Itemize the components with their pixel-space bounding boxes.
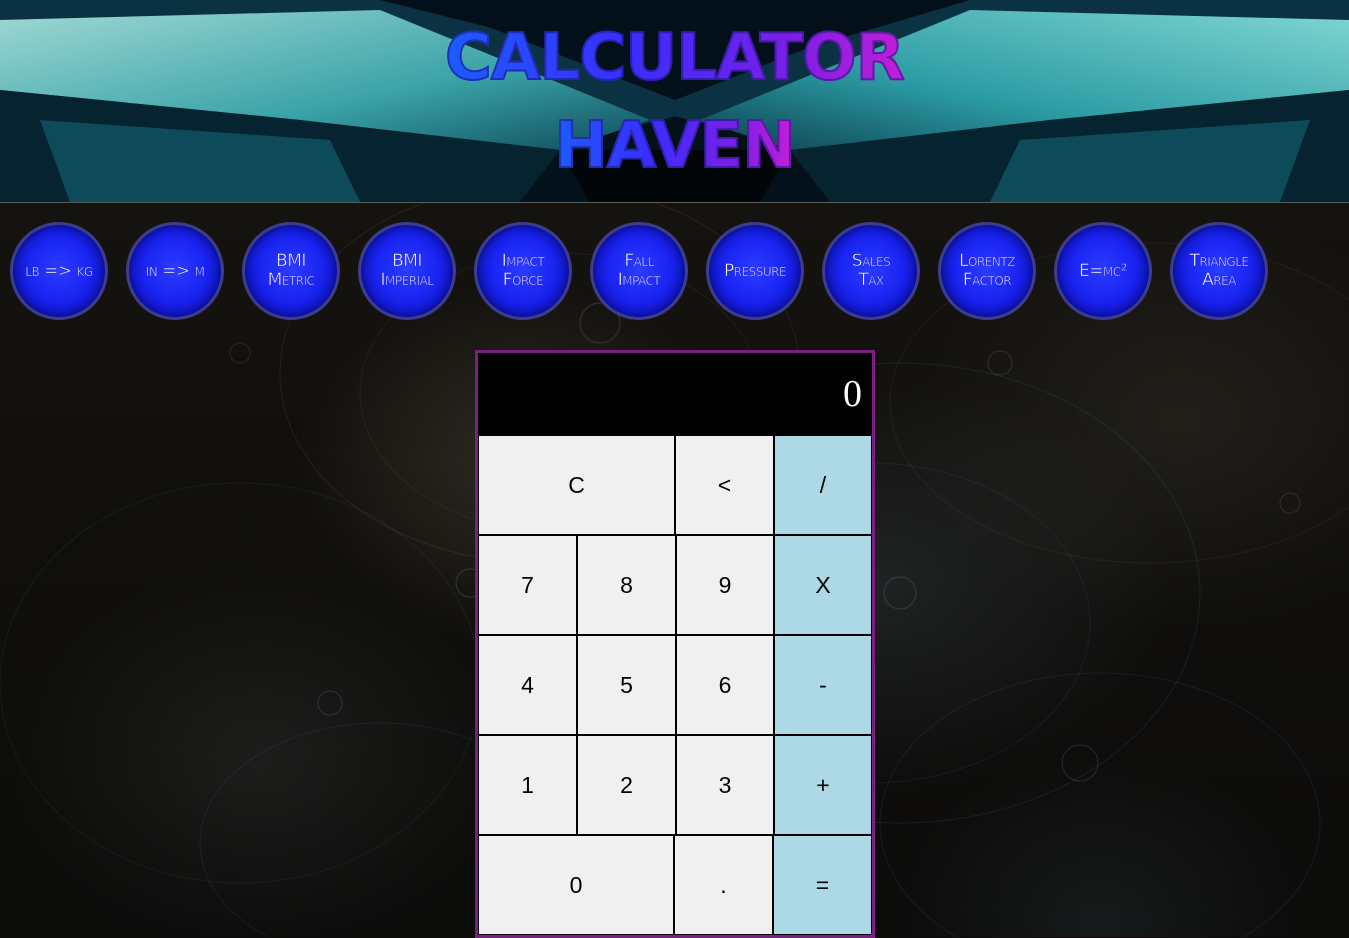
backspace-button[interactable]: < (675, 435, 774, 535)
nav-label: BMI Metric (267, 251, 315, 290)
digit-7-button[interactable]: 7 (478, 535, 577, 635)
calculator-nav: lb => kg in => m BMI Metric BMI Imperial… (10, 222, 1290, 320)
digit-8-button[interactable]: 8 (577, 535, 676, 635)
plus-button[interactable]: + (774, 735, 872, 835)
nav-label: Impact Force (501, 251, 545, 290)
nav-emc2[interactable]: E=mc² (1054, 222, 1152, 320)
nav-label: Triangle Area (1189, 251, 1249, 290)
title-line-2: Haven (553, 102, 797, 190)
digit-9-button[interactable]: 9 (676, 535, 774, 635)
divide-button[interactable]: / (774, 435, 872, 535)
digit-1-button[interactable]: 1 (478, 735, 577, 835)
nav-in-m[interactable]: in => m (126, 222, 224, 320)
nav-triangle-area[interactable]: Triangle Area (1170, 222, 1268, 320)
decimal-button[interactable]: . (674, 835, 773, 935)
nav-lorentz-factor[interactable]: Lorentz Factor (938, 222, 1036, 320)
calculator: 0 C < / 7 8 9 X 4 5 6 - 1 2 3 + 0 . = (475, 350, 875, 938)
page-title: Calculator Haven (0, 14, 1349, 190)
nav-label: Pressure (723, 260, 787, 281)
header-divider (0, 202, 1349, 203)
clear-button[interactable]: C (478, 435, 675, 535)
nav-bmi-metric[interactable]: BMI Metric (242, 222, 340, 320)
digit-5-button[interactable]: 5 (577, 635, 676, 735)
digit-3-button[interactable]: 3 (676, 735, 774, 835)
digit-0-button[interactable]: 0 (478, 835, 674, 935)
nav-lb-kg[interactable]: lb => kg (10, 222, 108, 320)
minus-button[interactable]: - (774, 635, 872, 735)
nav-fall-impact[interactable]: Fall Impact (590, 222, 688, 320)
calculator-display: 0 (478, 353, 872, 435)
multiply-button[interactable]: X (774, 535, 872, 635)
nav-label: Lorentz Factor (959, 251, 1016, 290)
nav-label: lb => kg (25, 260, 93, 281)
nav-impact-force[interactable]: Impact Force (474, 222, 572, 320)
nav-label: BMI Imperial (380, 251, 434, 290)
digit-4-button[interactable]: 4 (478, 635, 577, 735)
nav-label: in => m (145, 260, 205, 281)
header-banner: Calculator Haven (0, 0, 1349, 202)
nav-bmi-imperial[interactable]: BMI Imperial (358, 222, 456, 320)
title-line-1: Calculator (444, 14, 906, 102)
equals-button[interactable]: = (773, 835, 872, 935)
nav-pressure[interactable]: Pressure (706, 222, 804, 320)
digit-6-button[interactable]: 6 (676, 635, 774, 735)
nav-label: Sales Tax (851, 251, 891, 290)
nav-label: Fall Impact (617, 251, 661, 290)
nav-label: E=mc² (1078, 260, 1128, 281)
nav-sales-tax[interactable]: Sales Tax (822, 222, 920, 320)
digit-2-button[interactable]: 2 (577, 735, 676, 835)
